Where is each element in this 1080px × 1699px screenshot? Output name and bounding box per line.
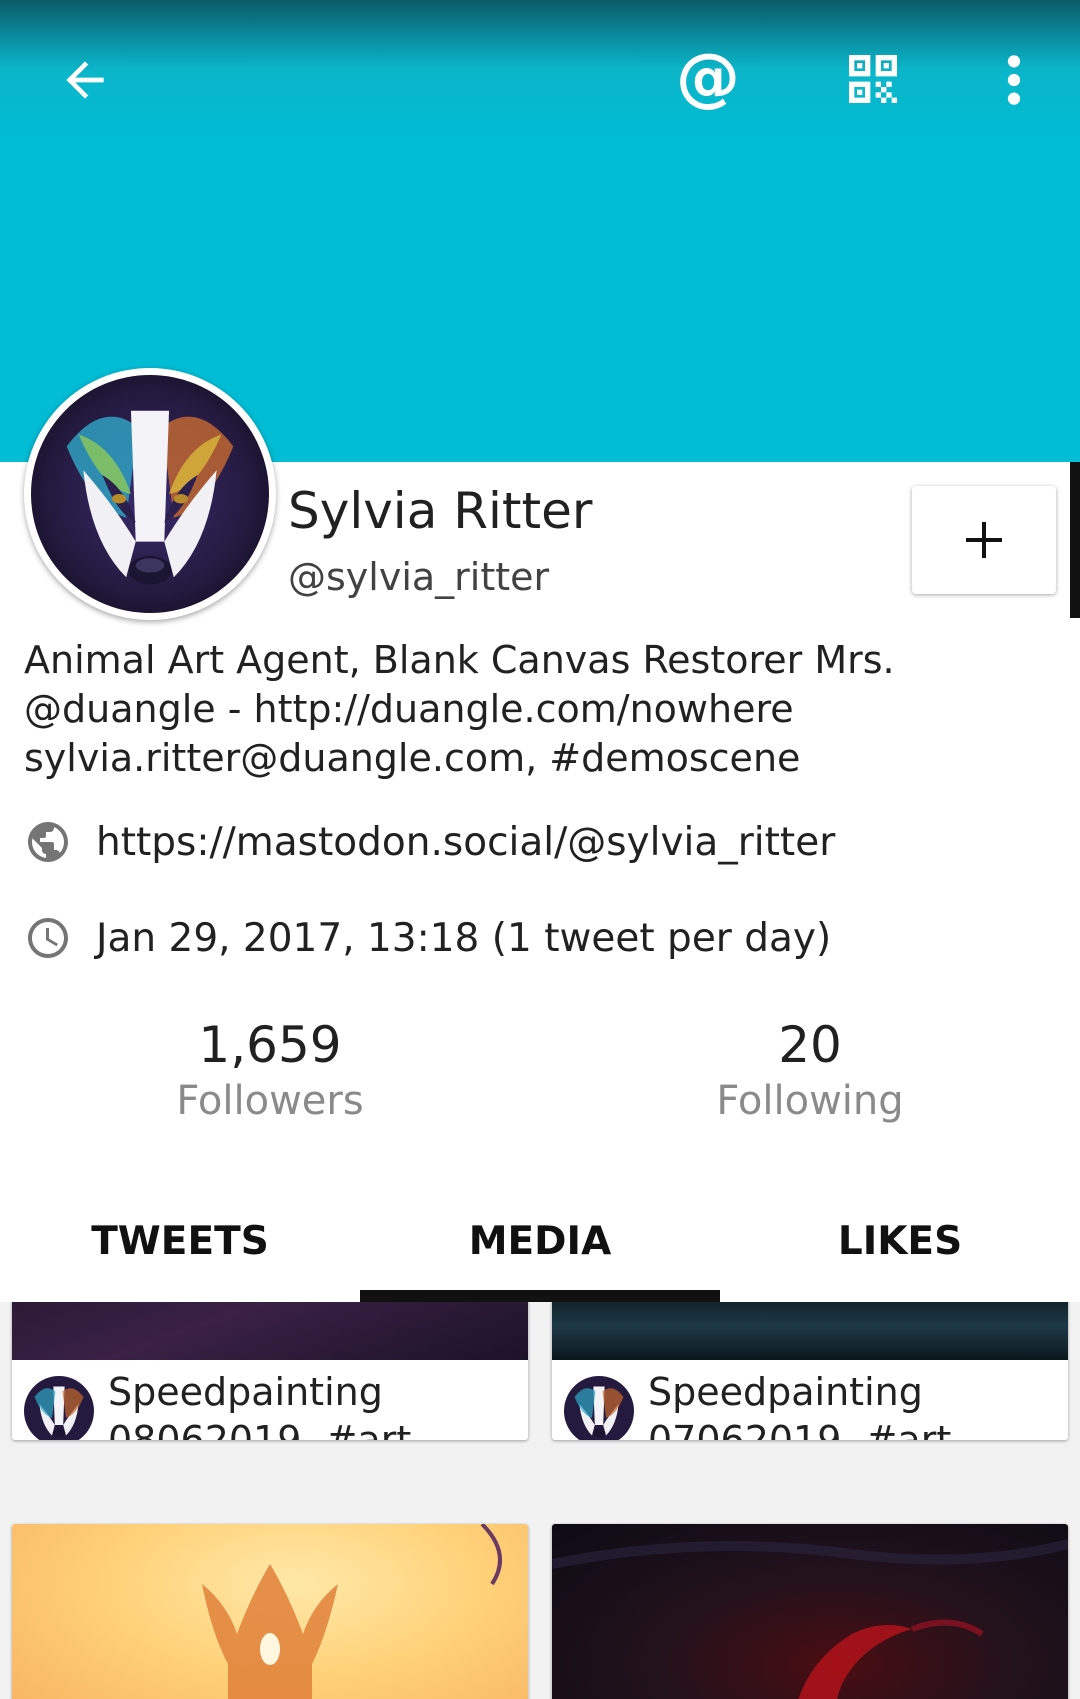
clock-icon <box>28 918 68 958</box>
avatar <box>564 1376 634 1440</box>
media-caption-text: Speedpainting 08062019. #art <box>108 1370 412 1440</box>
media-caption: Speedpainting 07062019. #art <box>552 1360 1068 1440</box>
profile-joined-text: Jan 29, 2017, 13:18 (1 tweet per day) <box>96 915 832 961</box>
tab-likes[interactable]: LIKES <box>720 1180 1080 1302</box>
profile-url-link[interactable]: https://mastodon.social/@sylvia_ritter <box>96 820 835 865</box>
followers-label: Followers <box>176 1078 364 1124</box>
following-count: 20 <box>778 1016 842 1074</box>
following-label: Following <box>716 1078 904 1124</box>
tab-tweets[interactable]: TWEETS <box>0 1180 360 1302</box>
scrollbar[interactable] <box>1070 462 1080 618</box>
bio-line: Animal Art Agent, Blank Canvas Restorer … <box>24 638 895 682</box>
bio-line[interactable]: @duangle - http://duangle.com/nowhere <box>24 685 1024 734</box>
profile-handle: @sylvia_ritter <box>288 555 550 599</box>
media-caption: Speedpainting 08062019. #art <box>12 1360 528 1440</box>
tab-media[interactable]: MEDIA <box>360 1180 720 1302</box>
profile-avatar[interactable] <box>24 368 276 620</box>
more-options-button[interactable] <box>990 40 1038 120</box>
qr-code-icon <box>849 55 897 103</box>
media-card[interactable] <box>552 1524 1068 1699</box>
media-caption-text: Speedpainting 07062019. #art <box>648 1370 952 1440</box>
arrow-left-icon <box>66 61 104 99</box>
media-card[interactable]: Speedpainting 08062019. #art <box>12 1302 528 1440</box>
media-card[interactable] <box>12 1524 528 1699</box>
plus-icon <box>966 522 1002 558</box>
following-stat[interactable]: 20 Following <box>660 1016 960 1124</box>
back-button[interactable] <box>50 40 120 120</box>
at-icon: @ <box>676 41 740 115</box>
profile-name: Sylvia Ritter <box>288 482 593 540</box>
media-thumbnail[interactable] <box>12 1524 528 1699</box>
follow-button[interactable] <box>912 486 1056 594</box>
globe-icon <box>28 822 68 862</box>
profile-bio: Animal Art Agent, Blank Canvas Restorer … <box>24 636 1024 783</box>
mention-button[interactable]: @ <box>670 38 746 118</box>
media-thumbnail[interactable] <box>552 1524 1068 1699</box>
profile-url-row[interactable]: https://mastodon.social/@sylvia_ritter <box>24 818 835 866</box>
media-thumbnail[interactable] <box>12 1302 528 1360</box>
top-app-bar: @ <box>0 0 1080 160</box>
more-vertical-icon <box>1007 55 1021 105</box>
followers-stat[interactable]: 1,659 Followers <box>120 1016 420 1124</box>
qr-code-button[interactable] <box>838 44 908 114</box>
avatar <box>24 1376 94 1440</box>
bio-line[interactable]: sylvia.ritter@duangle.com, #demoscene <box>24 734 1024 783</box>
profile-tabs: TWEETS MEDIA LIKES <box>0 1180 1080 1302</box>
followers-count: 1,659 <box>198 1016 342 1074</box>
media-thumbnail[interactable] <box>552 1302 1068 1360</box>
media-card[interactable]: Speedpainting 07062019. #art <box>552 1302 1068 1440</box>
profile-joined-row: Jan 29, 2017, 13:18 (1 tweet per day) <box>24 914 831 962</box>
tab-indicator <box>360 1290 720 1302</box>
media-grid: Speedpainting 08062019. #art Speedpainti… <box>0 1302 1080 1699</box>
badger-avatar-image <box>31 375 269 613</box>
